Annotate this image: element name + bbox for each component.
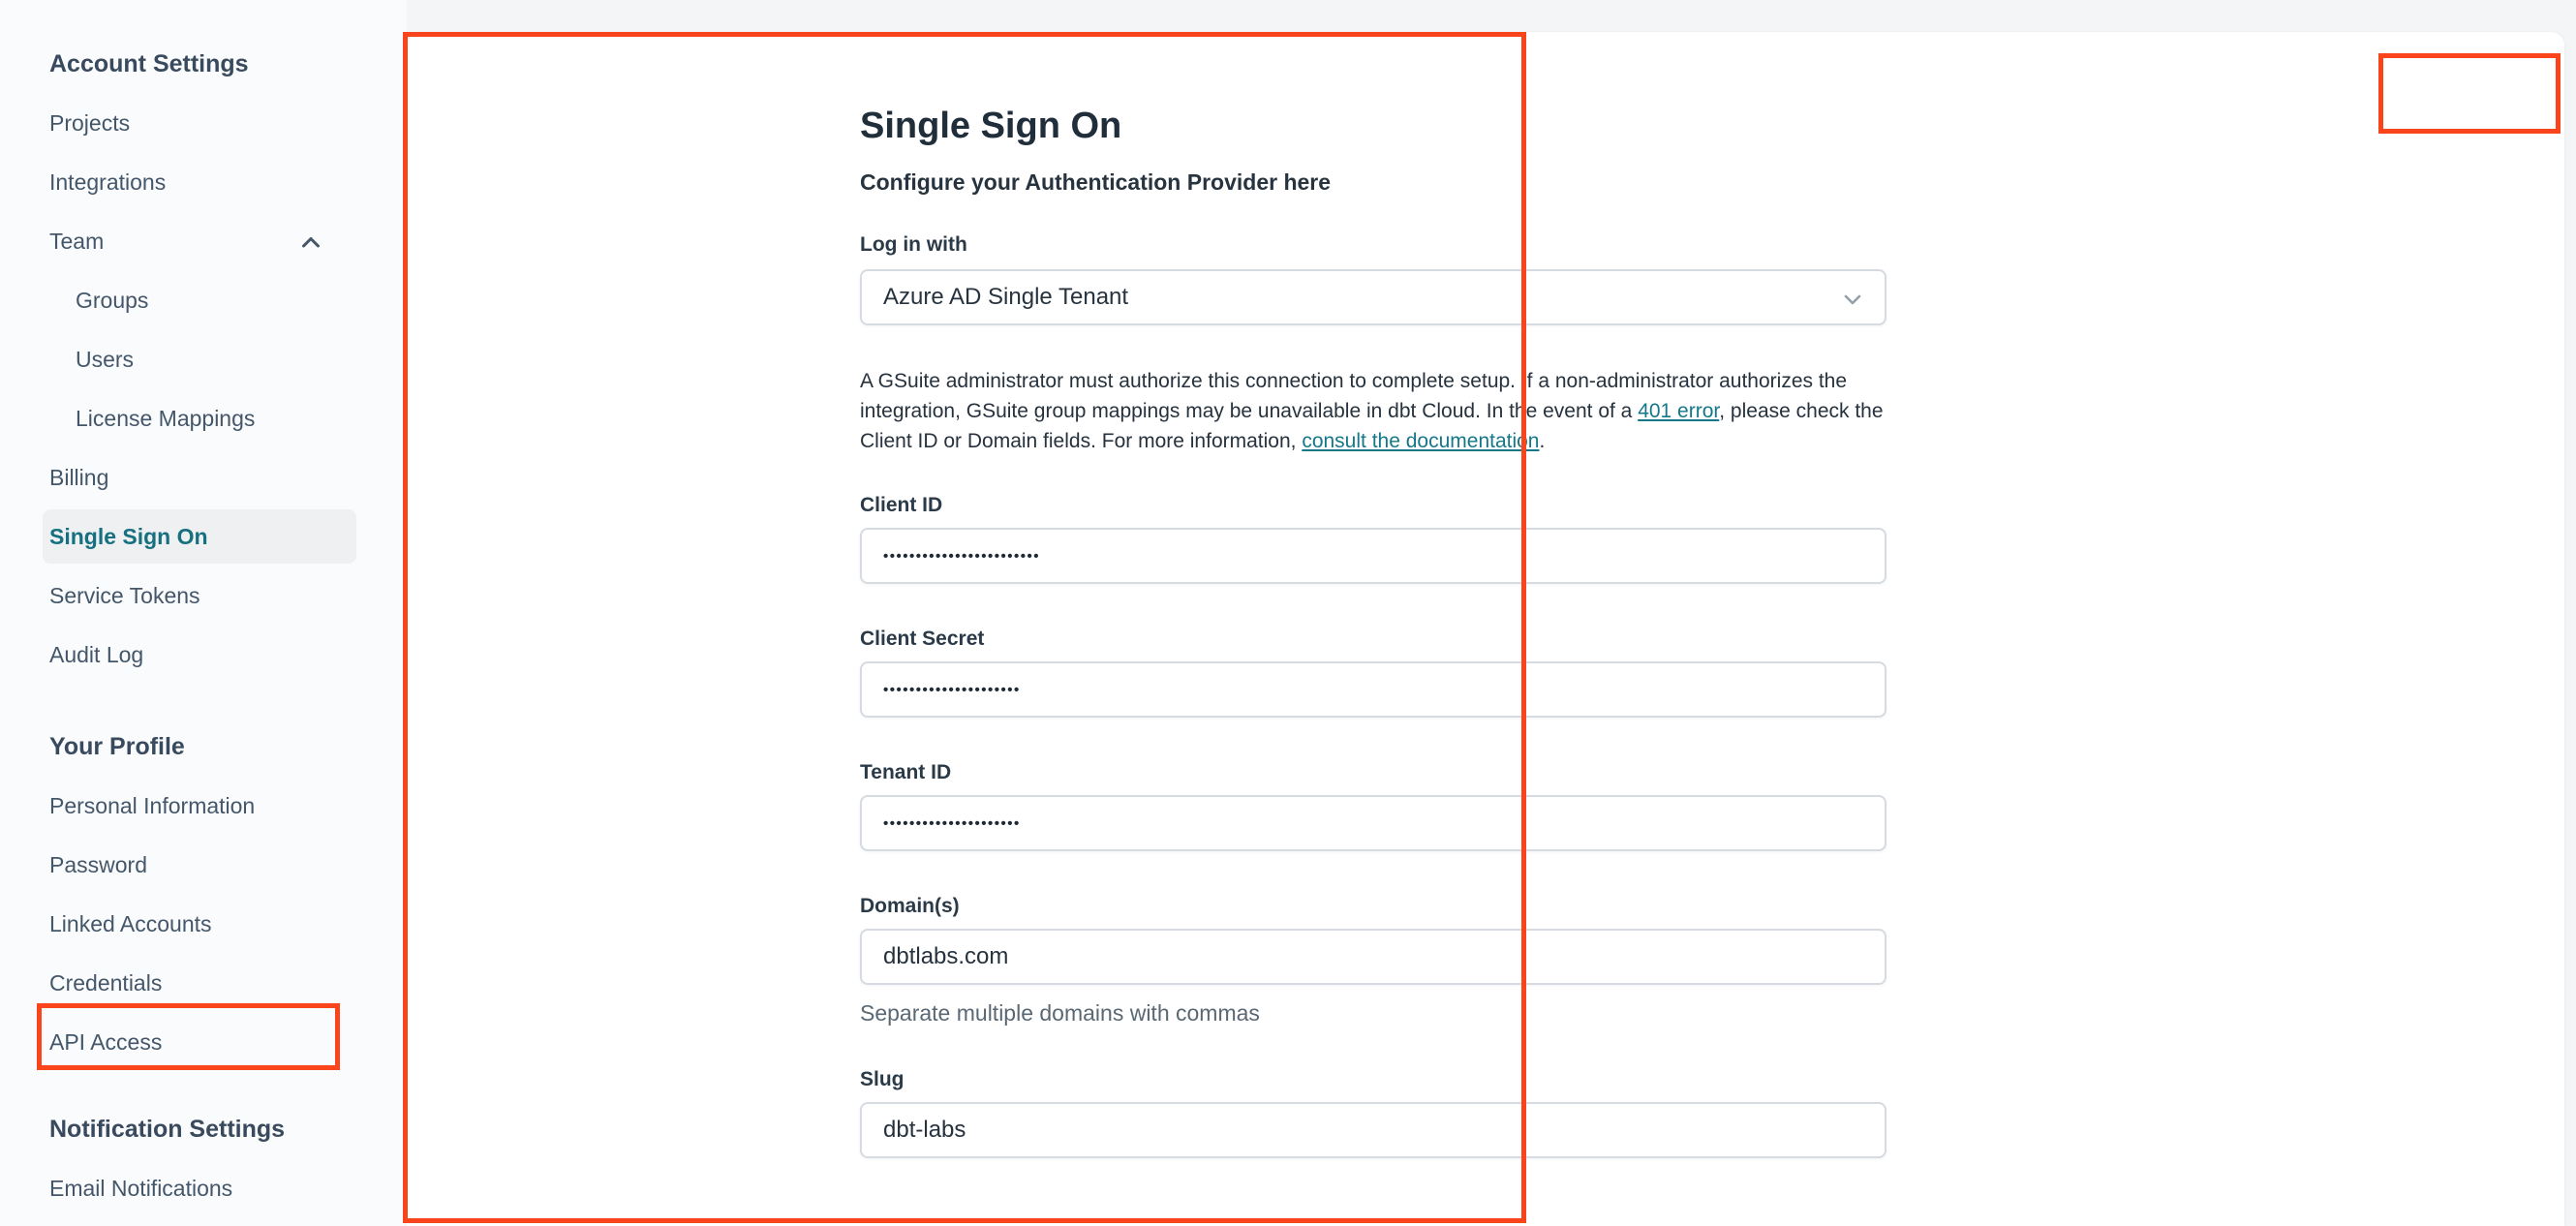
- sidebar-header-notification-settings: Notification Settings: [49, 1116, 286, 1143]
- sidebar-item-billing[interactable]: Billing: [0, 448, 407, 507]
- domains-helper-text: Separate multiple domains with commas: [860, 1000, 1260, 1026]
- 401-error-link[interactable]: 401 error: [1638, 400, 1719, 422]
- page: { "colors": { "accent_teal": "#115c66", …: [0, 0, 2576, 1226]
- page-title: Single Sign On: [860, 106, 1122, 146]
- settings-sidebar: Account Settings Projects Integrations T…: [0, 0, 407, 1226]
- tenant-id-group: Tenant ID: [860, 760, 1886, 851]
- slug-group: Slug: [860, 1067, 1886, 1158]
- domains-label: Domain(s): [860, 895, 960, 917]
- client-secret-group: Client Secret: [860, 627, 1886, 718]
- domains-group: Domain(s) Separate multiple domains with…: [860, 894, 1886, 1027]
- tenant-id-label: Tenant ID: [860, 761, 952, 783]
- provider-info-paragraph: A GSuite administrator must authorize th…: [860, 366, 1886, 456]
- sidebar-header-account-settings: Account Settings: [49, 50, 249, 77]
- sidebar-header-your-profile: Your Profile: [49, 733, 185, 760]
- sidebar-item-groups[interactable]: Groups: [0, 271, 407, 330]
- sidebar-item-linked-accounts[interactable]: Linked Accounts: [0, 895, 407, 954]
- sidebar-item-users[interactable]: Users: [0, 330, 407, 389]
- client-id-field[interactable]: [860, 528, 1886, 584]
- tenant-id-field[interactable]: [860, 795, 1886, 851]
- sidebar-item-license-mappings[interactable]: License Mappings: [0, 389, 407, 448]
- sidebar-item-password[interactable]: Password: [0, 836, 407, 895]
- sidebar-item-api-access[interactable]: API Access: [0, 1013, 407, 1072]
- login-with-select[interactable]: Azure AD Single Tenant: [860, 269, 1886, 325]
- login-with-selected-value: Azure AD Single Tenant: [883, 284, 1129, 310]
- sidebar-item-service-tokens[interactable]: Service Tokens: [0, 567, 407, 626]
- sidebar-item-projects[interactable]: Projects: [0, 94, 407, 153]
- domains-field[interactable]: [860, 929, 1886, 985]
- slug-label: Slug: [860, 1068, 905, 1090]
- client-secret-field[interactable]: [860, 661, 1886, 718]
- main-panel: Single Sign On Configure your Authentica…: [407, 32, 2564, 1226]
- slug-field[interactable]: [860, 1102, 1886, 1158]
- sidebar-item-email-notifications[interactable]: Email Notifications: [0, 1159, 407, 1218]
- paragraph-text: .: [1539, 430, 1546, 452]
- chevron-down-icon: [1840, 287, 1865, 319]
- client-id-group: Client ID: [860, 493, 1886, 584]
- sidebar-item-team[interactable]: Team: [0, 212, 407, 271]
- sso-form: Single Sign On Configure your Authentica…: [860, 105, 1886, 1158]
- page-subtitle: Configure your Authentication Provider h…: [860, 169, 1332, 195]
- client-secret-label: Client Secret: [860, 628, 985, 650]
- sidebar-item-personal-information[interactable]: Personal Information: [0, 777, 407, 836]
- sidebar-item-credentials[interactable]: Credentials: [0, 954, 407, 1013]
- login-with-label: Log in with: [860, 233, 967, 256]
- sidebar-item-audit-log[interactable]: Audit Log: [0, 626, 407, 685]
- client-id-label: Client ID: [860, 494, 943, 516]
- chevron-up-icon[interactable]: [298, 230, 323, 261]
- consult-documentation-link[interactable]: consult the documentation: [1302, 430, 1539, 452]
- sidebar-item-integrations[interactable]: Integrations: [0, 153, 407, 212]
- sidebar-item-single-sign-on[interactable]: Single Sign On: [0, 507, 407, 1070]
